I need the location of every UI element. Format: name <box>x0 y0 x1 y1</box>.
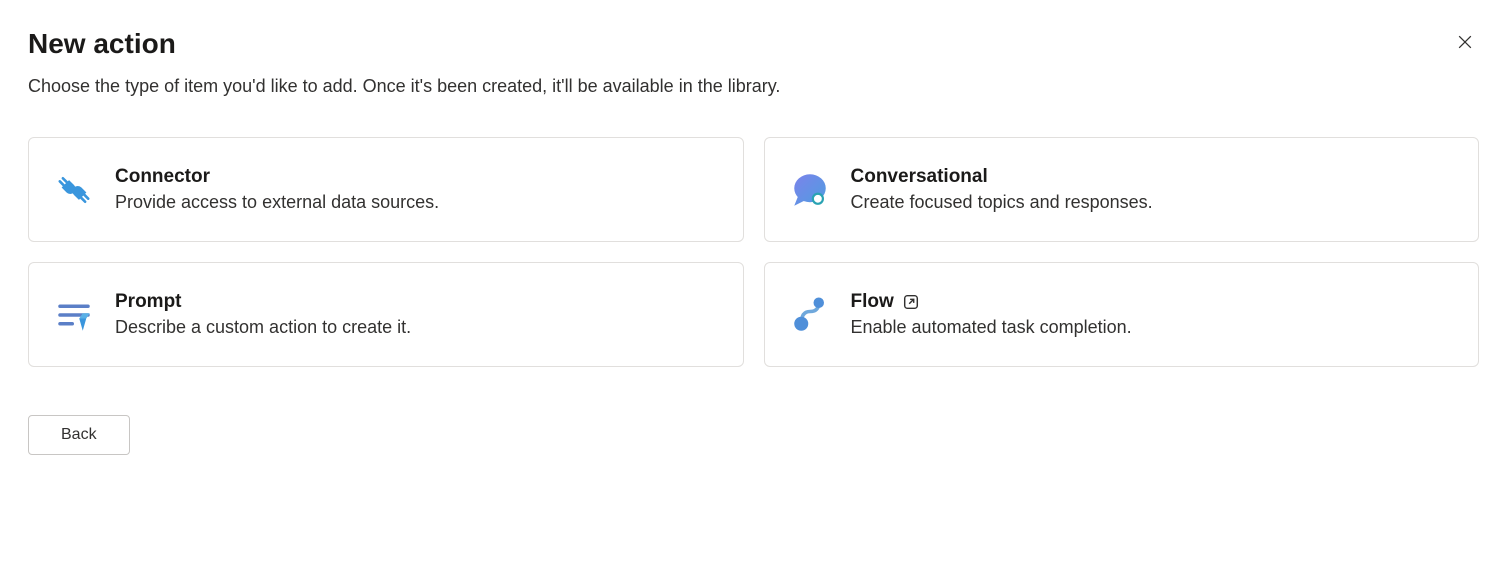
card-connector-desc: Provide access to external data sources. <box>115 192 439 213</box>
card-prompt-title: Prompt <box>115 291 411 313</box>
external-link-icon <box>902 293 920 311</box>
card-flow-title: Flow <box>851 291 894 313</box>
connector-icon <box>53 169 95 211</box>
card-conversational-desc: Create focused topics and responses. <box>851 192 1153 213</box>
card-prompt[interactable]: Prompt Describe a custom action to creat… <box>28 262 744 367</box>
prompt-icon <box>53 294 95 336</box>
card-conversational-title: Conversational <box>851 166 1153 188</box>
card-prompt-desc: Describe a custom action to create it. <box>115 317 411 338</box>
card-flow[interactable]: Flow Enable automated task completion. <box>764 262 1480 367</box>
close-icon <box>1455 32 1475 55</box>
page-title: New action <box>28 28 176 60</box>
back-button[interactable]: Back <box>28 415 130 455</box>
flow-icon <box>789 294 831 336</box>
page-subtitle: Choose the type of item you'd like to ad… <box>28 76 1479 97</box>
action-type-grid: Connector Provide access to external dat… <box>28 137 1479 367</box>
card-connector[interactable]: Connector Provide access to external dat… <box>28 137 744 242</box>
card-connector-title: Connector <box>115 166 439 188</box>
card-conversational[interactable]: Conversational Create focused topics and… <box>764 137 1480 242</box>
close-button[interactable] <box>1451 28 1479 59</box>
card-flow-desc: Enable automated task completion. <box>851 317 1132 338</box>
conversational-icon <box>789 169 831 211</box>
